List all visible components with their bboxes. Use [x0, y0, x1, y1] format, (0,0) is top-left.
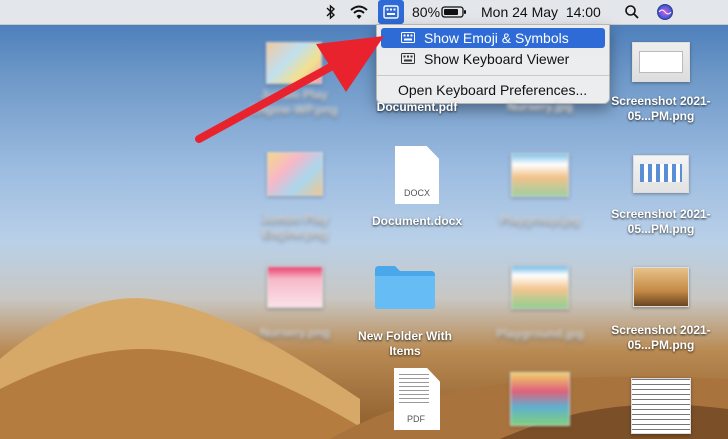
- annotation-arrow: [195, 36, 384, 143]
